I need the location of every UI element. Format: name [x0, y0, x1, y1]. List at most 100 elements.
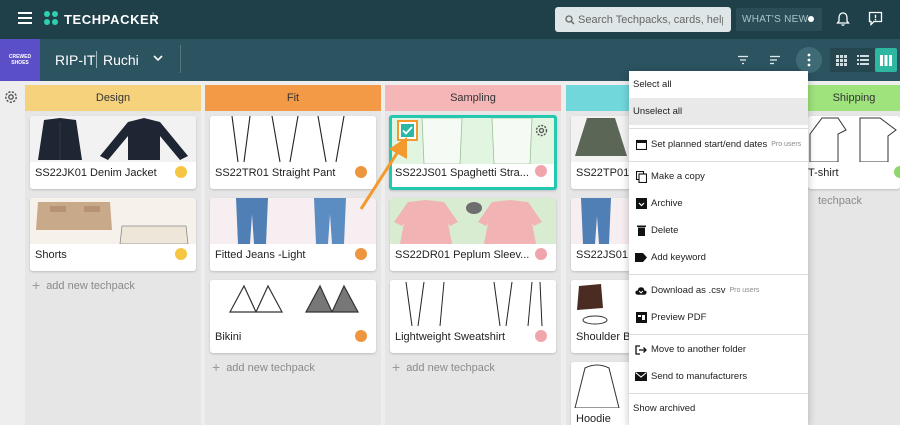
status-dot[interactable] — [355, 248, 367, 260]
card-thumbnail — [30, 116, 196, 162]
kebab-menu-icon — [807, 53, 811, 67]
grid-view-button[interactable] — [830, 48, 852, 72]
column-header[interactable]: Sampling — [385, 85, 561, 111]
board-settings-gear-icon[interactable] — [3, 89, 19, 105]
menu-item-delete[interactable]: Delete — [629, 217, 808, 244]
folder-thumbnail-text: CREWED SHOES — [8, 54, 32, 66]
techpack-card[interactable]: Shorts — [30, 198, 196, 271]
column-header[interactable]: Shipping — [808, 85, 900, 111]
calendar-icon — [635, 139, 647, 151]
menu-item-preview-pdf[interactable]: Preview PDF — [629, 304, 808, 331]
board-view-icon — [879, 54, 892, 66]
whats-new-indicator — [808, 16, 814, 22]
card-thumbnail — [210, 280, 376, 326]
menu-item-add-keyword[interactable]: Add keyword — [629, 244, 808, 271]
add-techpack-link[interactable]: + add new techpack — [392, 358, 495, 375]
pdf-icon — [635, 312, 647, 324]
cloud-download-icon — [635, 285, 647, 297]
stage-column-design: Design SS22JK01 Denim Jacket Shorts + add… — [25, 85, 201, 425]
brand-name[interactable]: TECHPACKER — [64, 12, 159, 27]
menu-item-label: Move to another folder — [651, 344, 747, 355]
card-thumbnail — [808, 116, 900, 162]
menu-item-move-folder[interactable]: Move to another folder — [629, 336, 808, 363]
trash-icon — [635, 225, 647, 237]
card-thumbnail — [210, 198, 376, 244]
menu-item-label: Select all — [633, 79, 672, 90]
more-options-button[interactable] — [796, 47, 822, 73]
mail-icon — [635, 371, 647, 383]
bell-icon[interactable] — [836, 11, 850, 27]
menu-item-set-dates[interactable]: Set planned start/end dates Pro users — [629, 131, 808, 158]
search-input[interactable] — [578, 13, 723, 26]
menu-item-make-copy[interactable]: Make a copy — [629, 163, 808, 190]
add-techpack-label: add new techpack — [406, 362, 495, 374]
copy-icon — [635, 170, 647, 183]
hamburger-menu-icon[interactable] — [18, 12, 32, 24]
board-view-button[interactable] — [874, 48, 897, 72]
folder-thumbnail[interactable]: CREWED SHOES — [0, 39, 40, 81]
menu-item-label: Set planned start/end dates — [651, 139, 768, 150]
column-header[interactable]: Design — [25, 85, 201, 111]
whats-new-button[interactable]: WHAT'S NEW — [736, 8, 822, 31]
grid-view-icon — [835, 54, 847, 66]
status-dot[interactable] — [535, 165, 547, 177]
techpack-card[interactable]: Bikini — [210, 280, 376, 353]
support-chat-icon[interactable] — [868, 11, 883, 26]
pro-users-badge: Pro users — [729, 287, 760, 294]
search-box[interactable] — [555, 7, 731, 32]
add-techpack-label: techpack — [818, 195, 863, 207]
techpack-card[interactable]: SS22JK01 Denim Jacket — [30, 116, 196, 189]
brand-caret: ʼ — [152, 12, 155, 23]
menu-divider — [629, 128, 808, 129]
list-view-icon — [857, 55, 870, 65]
menu-item-label: Make a copy — [651, 171, 705, 182]
menu-item-unselect-all[interactable]: Unselect all — [629, 98, 808, 125]
status-dot[interactable] — [175, 166, 187, 178]
status-dot[interactable] — [355, 330, 367, 342]
card-title: SS22JK01 Denim Jacket — [35, 167, 157, 179]
column-header[interactable]: Fit — [205, 85, 381, 111]
sort-button[interactable] — [765, 50, 785, 70]
card-title: Fitted Jeans -Light — [215, 249, 306, 261]
status-dot[interactable] — [535, 330, 547, 342]
list-view-button[interactable] — [852, 48, 874, 72]
status-dot[interactable] — [535, 248, 547, 260]
menu-divider — [629, 274, 808, 275]
add-techpack-link[interactable]: + add new techpack — [32, 276, 135, 293]
menu-item-archive[interactable]: Archive — [629, 190, 808, 217]
whats-new-label: WHAT'S NEW — [742, 14, 809, 25]
column-header[interactable] — [566, 85, 630, 111]
menu-item-select-all[interactable]: Select all — [629, 71, 808, 98]
menu-item-send-manufacturers[interactable]: Send to manufacturers — [629, 363, 808, 390]
filter-button[interactable] — [733, 50, 753, 70]
folder-name[interactable]: RIP-IT — [55, 52, 95, 68]
user-name[interactable]: Ruchi — [103, 52, 139, 68]
menu-item-label: Unselect all — [633, 106, 683, 117]
techpack-card[interactable]: T-shirt — [808, 116, 900, 189]
add-techpack-link[interactable]: + add new techpack — [212, 358, 315, 375]
menu-item-show-archived[interactable]: Show archived — [629, 395, 808, 422]
menu-item-label: Archive — [651, 198, 683, 209]
filter-icon — [738, 55, 748, 65]
status-dot[interactable] — [175, 248, 187, 260]
toolbar-divider — [180, 45, 181, 73]
menu-item-download-csv[interactable]: Download as .csv Pro users — [629, 277, 808, 304]
menu-divider — [629, 393, 808, 394]
menu-item-label: Add keyword — [651, 252, 706, 263]
menu-item-label: Send to manufacturers — [651, 371, 748, 382]
chevron-down-icon[interactable] — [153, 54, 163, 62]
card-settings-gear-icon[interactable] — [534, 123, 549, 138]
breadcrumb-separator — [96, 51, 97, 68]
status-dot[interactable] — [894, 166, 900, 178]
menu-item-label: Preview PDF — [651, 312, 707, 323]
bulk-actions-menu: Select all Unselect all Set planned star… — [629, 71, 808, 425]
techpack-card[interactable]: SS22TR01 Straight Pant — [210, 116, 376, 189]
card-thumbnail — [390, 280, 556, 326]
menu-item-label: Download as .csv — [651, 285, 726, 296]
move-folder-icon — [635, 344, 647, 356]
techpack-card[interactable]: Lightweight Sweatshirt — [390, 280, 556, 353]
techpack-card[interactable]: Fitted Jeans -Light — [210, 198, 376, 271]
add-techpack-link[interactable]: techpack — [818, 195, 862, 207]
pro-users-badge: Pro users — [771, 141, 802, 148]
card-title: SS22DR01 Peplum Sleev... — [395, 249, 530, 261]
